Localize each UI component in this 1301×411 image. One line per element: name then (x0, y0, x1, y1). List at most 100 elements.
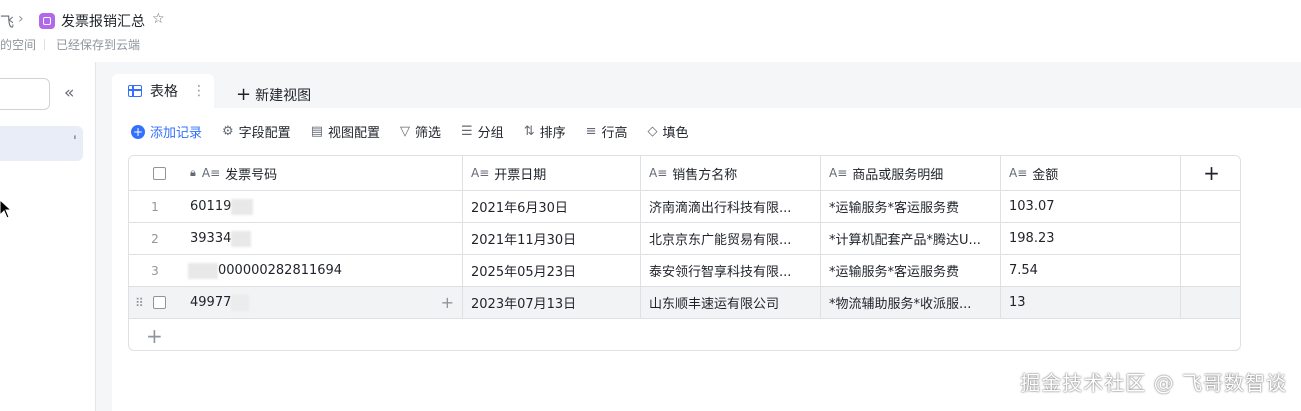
filter-button[interactable]: ▽ 筛选 (400, 122, 441, 141)
invoice-no-cell[interactable]: 000000282811694 (181, 255, 463, 286)
amount: 198.23 (1009, 231, 1055, 246)
row-number: 3 (151, 263, 159, 278)
star-icon[interactable]: ☆ (152, 11, 165, 27)
redacted-mask (188, 262, 218, 279)
goods-cell[interactable]: *运输服务*客运服务费 (821, 191, 1001, 222)
seller-name: 北京京东广能贸易有限... (649, 233, 792, 248)
row-height-button[interactable]: ≡ 行高 (586, 122, 628, 141)
group-label: 分组 (477, 126, 504, 141)
invoice-date: 2025年05月23日 (471, 265, 577, 280)
column-header-date[interactable]: A≡ 开票日期 (463, 156, 641, 190)
mouse-cursor-icon (0, 200, 12, 219)
column-label: 销售方名称 (672, 167, 738, 183)
column-header-invoice-no[interactable]: 🔒︎ A≡ 发票号码 (181, 156, 463, 190)
new-view-button[interactable]: + 新建视图 (236, 84, 311, 105)
add-row-plus-icon[interactable]: + (146, 324, 163, 348)
select-all-cell (129, 156, 181, 190)
document-title[interactable]: 发票报销汇总 (61, 11, 145, 31)
invoice-no: 49977 (190, 295, 232, 310)
date-cell[interactable]: 2021年11月30日 (463, 223, 641, 254)
gear-icon: ⚙ (222, 124, 234, 139)
field-config-label: 字段配置 (238, 126, 291, 141)
seller-cell[interactable]: 济南滴滴出行科技有限... (641, 191, 821, 222)
text-field-icon: A≡ (471, 166, 490, 180)
text-field-icon: A≡ (649, 166, 668, 180)
add-row[interactable]: + (129, 319, 1240, 350)
goods-detail: *运输服务*客运服务费 (829, 201, 960, 216)
save-status: 已经保存到云端 (56, 38, 141, 52)
seller-cell[interactable]: 泰安领行智享科技有限... (641, 255, 821, 286)
double-chevron-left-icon[interactable]: « (64, 83, 74, 103)
date-cell[interactable]: 2025年05月23日 (463, 255, 641, 286)
group-button[interactable]: ☰ 分组 (461, 122, 504, 141)
seller-cell[interactable]: 北京京东广能贸易有限... (641, 223, 821, 254)
row-checkbox[interactable] (153, 296, 166, 309)
row-height-label: 行高 (601, 126, 628, 141)
base-doc-icon (39, 13, 55, 29)
drag-handle-icon[interactable]: ⠿ (135, 296, 144, 310)
fill-color-label: 填色 (662, 126, 689, 141)
view-config-label: 视图配置 (327, 126, 380, 141)
space-name[interactable]: 的空间 (0, 36, 36, 53)
amount-cell[interactable]: 13 (1001, 287, 1181, 318)
add-record-button[interactable]: + 添加记录 (131, 122, 202, 141)
expand-record-icon[interactable]: + (441, 293, 454, 312)
filter-label: 筛选 (415, 126, 442, 141)
sort-button[interactable]: ⇅ 排序 (524, 122, 566, 141)
column-label: 开票日期 (494, 167, 547, 183)
add-record-label: 添加记录 (150, 126, 203, 141)
sort-icon: ⇅ (523, 124, 535, 139)
invoice-no-cell[interactable]: 49977 + (181, 287, 463, 318)
table-row-hovered[interactable]: ⠿ 49977 + 2023年07月13日 山东顺丰速运有限公司 *物流辅助服务*… (129, 287, 1240, 319)
breadcrumb-parent[interactable]: 飞 (0, 12, 14, 32)
view-content: + 添加记录 ⚙ 字段配置 ▤ 视图配置 ▽ 筛选 ☰ 分组 ⇅ 排序 ≡ 行高… (112, 108, 1301, 411)
breadcrumb-separator: › (18, 11, 24, 27)
goods-cell[interactable]: *物流辅助服务*收派服... (821, 287, 1001, 318)
seller-name: 泰安领行智享科技有限... (649, 265, 792, 280)
table-row[interactable]: 3 000000282811694 2025年05月23日 泰安领行智享科技有限… (129, 255, 1240, 287)
view-toolbar: + 添加记录 ⚙ 字段配置 ▤ 视图配置 ▽ 筛选 ☰ 分组 ⇅ 排序 ≡ 行高… (131, 122, 709, 141)
amount: 103.07 (1009, 199, 1055, 214)
watermark: 掘金技术社区 @ 飞哥数智谈 (1020, 371, 1287, 395)
row-select-cell: ⠿ (129, 287, 181, 318)
tab-label: 表格 (150, 84, 178, 100)
amount: 13 (1009, 295, 1026, 310)
plus-circle-icon: + (131, 124, 145, 139)
table-grid-icon (128, 85, 142, 97)
column-header-seller[interactable]: A≡ 销售方名称 (641, 156, 821, 190)
plus-icon: + (236, 84, 252, 105)
view-config-button[interactable]: ▤ 视图配置 (311, 122, 380, 141)
amount: 7.54 (1009, 263, 1038, 278)
data-grid: 🔒︎ A≡ 发票号码 A≡ 开票日期 A≡ 销售方名称 A≡ 商品或服务明细 A… (128, 155, 1241, 351)
goods-cell[interactable]: *运输服务*客运服务费 (821, 255, 1001, 286)
invoice-no: 60119 (190, 199, 232, 214)
invoice-no-cell[interactable]: 39334 (181, 223, 463, 254)
sidebar-search-input[interactable] (0, 78, 50, 110)
more-vertical-icon[interactable]: ⋮ (192, 83, 206, 99)
text-field-icon: A≡ (1009, 166, 1028, 180)
grid-header-row: 🔒︎ A≡ 发票号码 A≡ 开票日期 A≡ 销售方名称 A≡ 商品或服务明细 A… (129, 156, 1240, 191)
fill-color-button[interactable]: ◇ 填色 (648, 122, 689, 141)
invoice-no-cell[interactable]: 60119 (181, 191, 463, 222)
select-all-checkbox[interactable] (153, 166, 166, 180)
new-view-label: 新建视图 (255, 87, 312, 104)
invoice-no: 39334 (190, 231, 232, 246)
add-column-button[interactable]: + (1181, 156, 1240, 190)
amount-cell[interactable]: 7.54 (1001, 255, 1181, 286)
goods-cell[interactable]: *计算机配套产品*腾达U... (821, 223, 1001, 254)
field-config-button[interactable]: ⚙ 字段配置 (222, 122, 291, 141)
seller-cell[interactable]: 山东顺丰速运有限公司 (641, 287, 821, 318)
table-row[interactable]: 2 39334 2021年11月30日 北京京东广能贸易有限... *计算机配套… (129, 223, 1240, 255)
amount-cell[interactable]: 103.07 (1001, 191, 1181, 222)
column-header-amount[interactable]: A≡ 金额 (1001, 156, 1181, 190)
date-cell[interactable]: 2023年07月13日 (463, 287, 641, 318)
sidebar: « ··· (0, 62, 96, 411)
table-row[interactable]: 1 60119 2021年6月30日 济南滴滴出行科技有限... *运输服务*客… (129, 191, 1240, 223)
tab-table-view[interactable]: 表格 ⋮ (112, 74, 214, 108)
sidebar-item-table[interactable] (0, 126, 83, 161)
text-field-icon: A≡ (201, 166, 221, 180)
amount-cell[interactable]: 198.23 (1001, 223, 1181, 254)
more-vertical-icon[interactable]: ··· (66, 134, 81, 137)
date-cell[interactable]: 2021年6月30日 (463, 191, 641, 222)
column-header-goods[interactable]: A≡ 商品或服务明细 (821, 156, 1001, 190)
